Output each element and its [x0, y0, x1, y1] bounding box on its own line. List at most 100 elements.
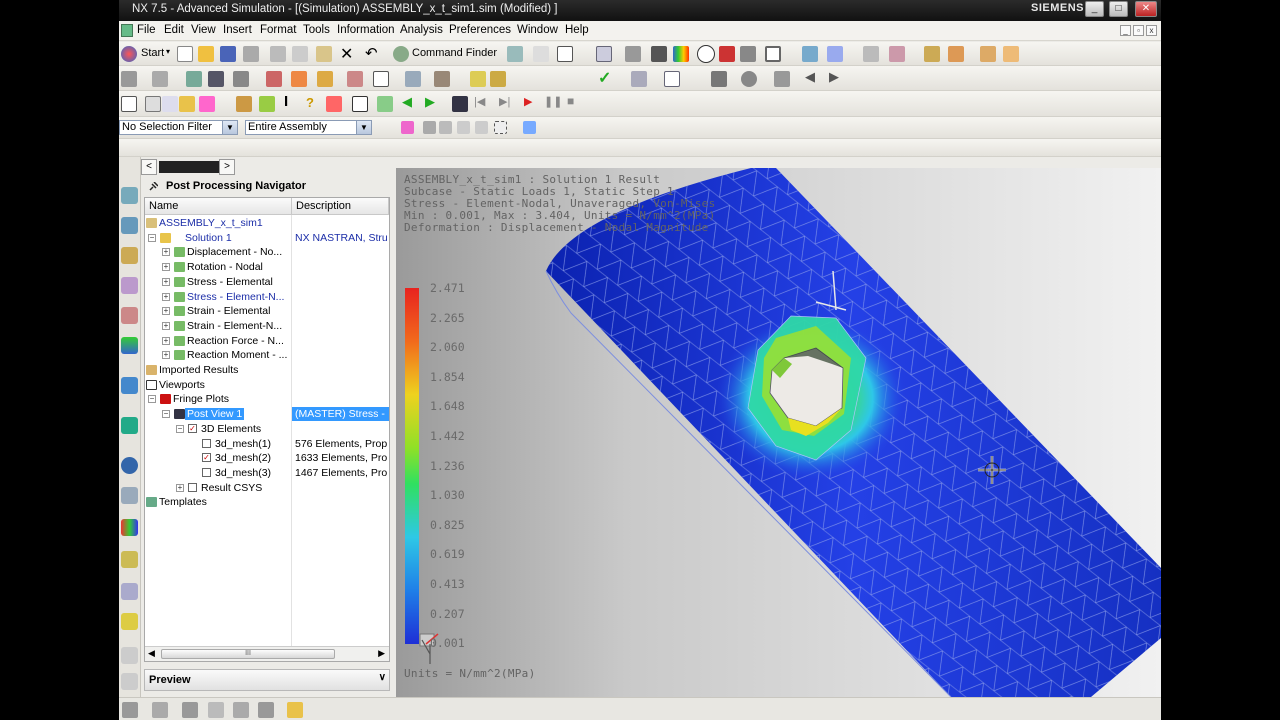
menu-help[interactable]: Help	[565, 24, 589, 36]
scrollbar-thumb[interactable]: III	[161, 649, 335, 659]
visibility-checkbox[interactable]	[202, 467, 211, 477]
selection-filter-dropdown[interactable]: No Selection Filter ▼	[119, 120, 238, 135]
roles-icon[interactable]	[121, 487, 138, 504]
component-icon[interactable]	[182, 702, 198, 718]
hammer-icon[interactable]	[236, 96, 252, 112]
assembly-icon[interactable]	[152, 702, 168, 718]
info-icon[interactable]	[507, 46, 523, 62]
constraint-icon[interactable]	[291, 71, 307, 87]
training-icon[interactable]	[121, 583, 138, 600]
animate-icon[interactable]	[490, 71, 506, 87]
menu-edit[interactable]: Edit	[164, 24, 184, 36]
deselect-icon[interactable]	[423, 121, 436, 134]
expand-icon[interactable]: +	[162, 263, 170, 272]
start-icon[interactable]	[121, 46, 137, 62]
filter-icon[interactable]	[533, 46, 549, 62]
cube-icon[interactable]	[740, 46, 756, 62]
scroll-right-button[interactable]: >	[219, 159, 235, 175]
box-icon[interactable]	[774, 71, 790, 87]
post-processing-icon[interactable]	[121, 337, 138, 354]
pin-icon[interactable]	[121, 673, 138, 690]
probe-icon[interactable]	[434, 71, 450, 87]
navigator-tab[interactable]	[159, 161, 219, 173]
web-browser-icon[interactable]	[121, 377, 138, 394]
next-icon[interactable]: ▶	[829, 69, 839, 85]
check-icon[interactable]: ✓	[598, 68, 611, 88]
menu-information[interactable]: Information	[337, 24, 395, 36]
tree-row-mesh[interactable]: ✓ 3d_mesh(2) 1633 Elements, Pro	[145, 451, 389, 466]
analysis-icon[interactable]	[889, 46, 905, 62]
pan-icon[interactable]	[651, 46, 667, 62]
visibility-checkbox[interactable]: ✓	[188, 423, 197, 433]
expand-icon[interactable]: +	[162, 292, 170, 301]
clip-icon[interactable]	[179, 96, 195, 112]
column-description-header[interactable]: Description	[292, 198, 389, 215]
tree-row-mesh[interactable]: 3d_mesh(1) 576 Elements, Prop	[145, 437, 389, 452]
mdi-minimize-button[interactable]: _	[1120, 25, 1131, 36]
undo-icon[interactable]: ↶	[365, 44, 378, 62]
expand-icon[interactable]: +	[162, 351, 170, 360]
tree-row-sim[interactable]: ASSEMBLY_x_t_sim1	[145, 216, 389, 231]
settings-icon[interactable]	[121, 647, 138, 664]
save-icon[interactable]	[220, 46, 236, 62]
new-icon[interactable]	[177, 46, 193, 62]
assembly-scope-dropdown[interactable]: Entire Assembly ▼	[245, 120, 372, 135]
tree-row-result[interactable]: + Rotation - Nodal	[145, 260, 389, 275]
mate-icon[interactable]	[258, 702, 274, 718]
assembly-navigator-icon[interactable]	[121, 247, 138, 264]
expand-icon[interactable]: +	[162, 277, 170, 286]
green-table-icon[interactable]	[259, 96, 275, 112]
background-icon[interactable]	[765, 46, 781, 62]
history-icon[interactable]	[121, 307, 138, 324]
copy-icon[interactable]	[292, 46, 308, 62]
legend-icon[interactable]	[377, 96, 393, 112]
rewind-icon[interactable]: |◀	[474, 95, 485, 108]
tree-row-result[interactable]: + Displacement - No...	[145, 245, 389, 260]
solve-icon[interactable]	[317, 71, 333, 87]
blank-icon[interactable]	[121, 96, 137, 112]
pin-icon[interactable]	[149, 181, 159, 191]
expand-icon[interactable]: +	[176, 483, 184, 492]
expand-icon[interactable]: +	[162, 321, 170, 330]
part-icon[interactable]	[122, 702, 138, 718]
chevron-down-icon[interactable]: ∨	[379, 672, 386, 683]
fit-icon[interactable]	[596, 46, 612, 62]
arrow-icon[interactable]	[162, 96, 178, 112]
menu-insert[interactable]: Insert	[223, 24, 252, 36]
tree-row-3d-elements[interactable]: − ✓ 3D Elements	[145, 422, 389, 437]
tree-row-result-csys[interactable]: + Result CSYS	[145, 481, 389, 496]
open-icon[interactable]	[198, 46, 214, 62]
menu-analysis[interactable]: Analysis	[400, 24, 443, 36]
expand-icon[interactable]: +	[162, 248, 170, 257]
delete-icon[interactable]: ✕	[340, 44, 353, 64]
tree-row-solution[interactable]: − Solution 1 NX NASTRAN, Stru	[145, 231, 389, 246]
reuse-library-icon[interactable]	[121, 417, 138, 434]
simulation-navigator-icon[interactable]	[121, 217, 138, 234]
help-icon[interactable]: ?	[306, 95, 314, 110]
graphics-window[interactable]: ASSEMBLY_x_t_sim1 : Solution 1 Result Su…	[396, 168, 1161, 697]
magnifier-icon[interactable]	[741, 71, 757, 87]
visibility-checkbox[interactable]	[202, 438, 211, 448]
results-icon[interactable]	[405, 71, 421, 87]
marker-icon[interactable]	[326, 96, 342, 112]
system-materials-icon[interactable]	[121, 551, 138, 568]
fea-model[interactable]	[396, 168, 1161, 697]
node-icon[interactable]	[186, 71, 202, 87]
tree-row-result[interactable]: + Reaction Moment - ...	[145, 348, 389, 363]
cut-icon[interactable]	[270, 46, 286, 62]
element-icon[interactable]	[152, 71, 168, 87]
material-icon[interactable]	[233, 71, 249, 87]
tree-row-post-view[interactable]: − Post View 1 (MASTER) Stress -	[145, 407, 389, 422]
tree-row-viewports[interactable]: Viewports	[145, 378, 389, 393]
menu-view[interactable]: View	[191, 24, 216, 36]
horizontal-scrollbar[interactable]: ◀ III ▶	[145, 646, 389, 661]
step-forward-icon[interactable]: ▶	[425, 94, 435, 110]
visibility-checkbox[interactable]	[188, 482, 197, 492]
tools-icon[interactable]	[924, 46, 940, 62]
command-finder-button[interactable]: Command Finder	[412, 47, 497, 59]
solid-icon[interactable]	[523, 121, 536, 134]
tree-row-result[interactable]: + Stress - Elemental	[145, 275, 389, 290]
scroll-left-button[interactable]: <	[141, 159, 157, 175]
star-icon[interactable]	[373, 71, 389, 87]
tree-row-result[interactable]: + Strain - Element-N...	[145, 319, 389, 334]
